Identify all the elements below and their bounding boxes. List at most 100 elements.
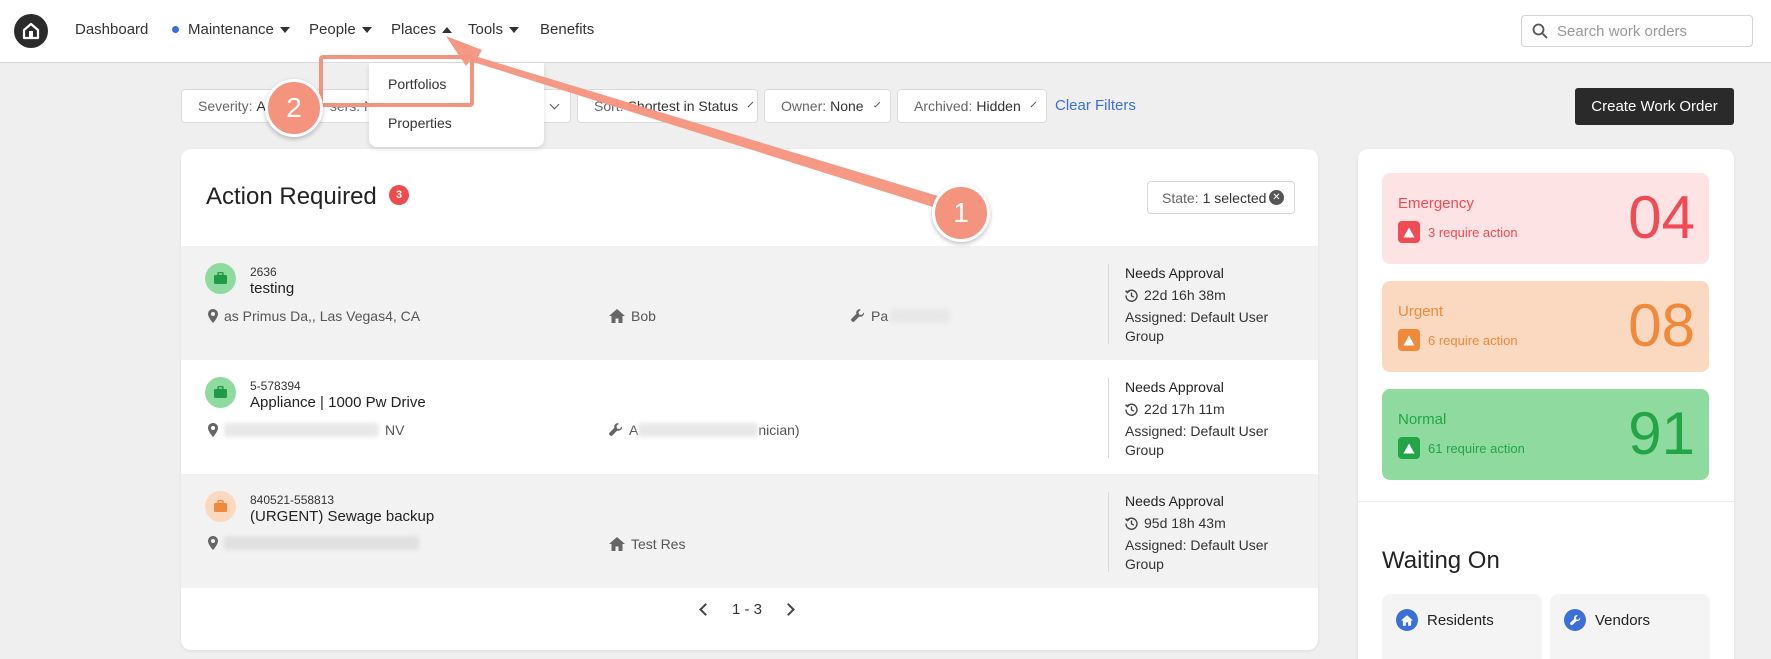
briefcase-icon <box>205 377 236 408</box>
step-1-marker: 1 <box>932 184 990 242</box>
work-order-title[interactable]: Appliance | 1000 Pw Drive <box>250 394 426 411</box>
state-filter-value: 1 selected <box>1202 189 1267 206</box>
waiting-residents-card[interactable]: Residents <box>1382 594 1542 659</box>
search-box[interactable] <box>1521 15 1753 47</box>
resident-meta: Test Res <box>609 536 685 552</box>
nav-tools[interactable]: Tools <box>468 21 520 38</box>
divider <box>1358 501 1734 502</box>
status-column: Needs Approval 95d 18h 43m Assigned: Def… <box>1125 492 1305 574</box>
work-order-id: 840521-558813 <box>250 493 335 507</box>
action-required-card: Action Required 3 State: 1 selected ✕ 26… <box>181 149 1318 650</box>
nav-benefits[interactable]: Benefits <box>540 21 594 38</box>
caret-down-icon <box>361 26 372 33</box>
search-input[interactable] <box>1557 22 1737 40</box>
chevron-left-icon[interactable] <box>699 603 712 616</box>
step-2-marker: 2 <box>265 79 323 137</box>
warning-triangle-icon <box>1398 437 1420 459</box>
users-filter-text: sers: N <box>329 98 375 114</box>
time-in-status: 95d 18h 43m <box>1125 514 1305 533</box>
owner-filter[interactable]: Owner: None <box>764 89 891 123</box>
pagination-range: 1 - 3 <box>732 601 763 618</box>
time-in-status: 22d 17h 11m <box>1125 400 1305 419</box>
chevron-right-icon[interactable] <box>782 603 795 616</box>
nav-places[interactable]: Places <box>391 21 453 38</box>
severity-filter-label: Severity: <box>198 98 253 114</box>
clear-state-icon[interactable]: ✕ <box>1269 190 1284 205</box>
home-logo-icon[interactable] <box>14 14 48 48</box>
warning-triangle-icon <box>1398 329 1420 351</box>
places-dropdown-menu: Portfolios Properties <box>369 63 544 147</box>
briefcase-icon <box>205 263 236 294</box>
table-row[interactable]: 5-578394 Appliance | 1000 Pw Drive NV A … <box>181 360 1318 474</box>
severity-count: 04 <box>1628 184 1695 251</box>
caret-down-icon <box>279 26 290 33</box>
assigned-text: Assigned: Default User Group <box>1125 423 1269 458</box>
severity-count: 91 <box>1628 400 1695 467</box>
redacted-text <box>638 423 759 437</box>
sort-filter-label: Sort: <box>594 98 624 114</box>
redacted-text <box>224 536 419 550</box>
sort-filter[interactable]: Sort: Shortest in Status <box>577 89 758 123</box>
row-divider <box>1108 264 1109 344</box>
time-in-status: 22d 16h 38m <box>1125 286 1305 305</box>
location-text: as Primus Da,, Las Vegas4, CA <box>224 308 421 324</box>
resident-name: Bob <box>631 308 656 324</box>
time-text: 22d 16h 38m <box>1144 287 1226 303</box>
nav-maintenance-label: Maintenance <box>188 21 274 38</box>
caret-up-icon <box>442 26 453 33</box>
location-text: NV <box>385 422 405 438</box>
table-row[interactable]: 840521-558813 (URGENT) Sewage backup Tes… <box>181 474 1318 588</box>
waiting-vendors-label: Vendors <box>1595 611 1651 629</box>
nav-tools-label: Tools <box>468 21 504 38</box>
work-order-title[interactable]: (URGENT) Sewage backup <box>250 508 434 525</box>
location-meta <box>208 536 419 550</box>
urgent-card[interactable]: Urgent 6 require action 08 <box>1382 281 1709 372</box>
location-meta: NV <box>208 422 404 438</box>
severity-subtext: 6 require action <box>1398 329 1518 351</box>
nav-people[interactable]: People <box>309 21 372 38</box>
resident-meta: Bob <box>609 308 656 324</box>
table-row[interactable]: 2636 testing as Primus Da,, Las Vegas4, … <box>181 246 1318 360</box>
chevron-down-icon <box>873 101 881 108</box>
state-filter-pill[interactable]: State: 1 selected ✕ <box>1147 181 1295 214</box>
clear-filters-link[interactable]: Clear Filters <box>1055 97 1136 114</box>
require-action-text: 6 require action <box>1428 332 1518 348</box>
history-icon <box>1125 403 1138 416</box>
row-divider <box>1108 492 1109 572</box>
severity-label: Normal <box>1398 411 1447 428</box>
waiting-residents-label: Residents <box>1427 611 1494 629</box>
sort-filter-value: Shortest in Status <box>627 98 739 114</box>
history-icon <box>1125 289 1138 302</box>
status-column: Needs Approval 22d 17h 11m Assigned: Def… <box>1125 378 1305 460</box>
caret-down-icon <box>509 26 520 33</box>
action-required-title: Action Required <box>206 183 377 210</box>
nav-dashboard-label: Dashboard <box>75 21 149 38</box>
archived-filter[interactable]: Archived: Hidden <box>897 89 1047 123</box>
time-text: 22d 17h 11m <box>1144 401 1225 417</box>
chevron-down-icon <box>549 99 560 110</box>
wrench-icon <box>851 309 865 322</box>
severity-label: Urgent <box>1398 303 1444 320</box>
dropdown-item-portfolios[interactable]: Portfolios <box>388 76 446 92</box>
work-order-title[interactable]: testing <box>250 280 294 297</box>
home-icon <box>609 537 625 551</box>
nav-dashboard[interactable]: Dashboard <box>75 21 148 38</box>
chevron-down-icon <box>747 101 754 108</box>
dropdown-item-properties[interactable]: Properties <box>388 115 452 131</box>
redacted-text <box>224 423 379 437</box>
location-pin-icon <box>208 309 218 323</box>
time-text: 95d 18h 43m <box>1144 515 1226 531</box>
chevron-down-icon <box>1030 101 1037 108</box>
status-label: Needs Approval <box>1125 379 1224 395</box>
status-label: Needs Approval <box>1125 265 1224 281</box>
waiting-vendors-card[interactable]: Vendors <box>1550 594 1710 659</box>
nav-maintenance[interactable]: Maintenance <box>172 21 290 38</box>
warning-triangle-icon <box>1398 221 1420 243</box>
create-work-order-button[interactable]: Create Work Order <box>1575 88 1734 125</box>
work-order-id: 2636 <box>250 265 277 279</box>
normal-card[interactable]: Normal 61 require action 91 <box>1382 389 1709 480</box>
emergency-card[interactable]: Emergency 3 require action 04 <box>1382 173 1709 264</box>
location-pin-icon <box>208 536 218 550</box>
vendor-prefix: A <box>629 422 639 438</box>
vendor-meta: A nician) <box>609 422 800 438</box>
